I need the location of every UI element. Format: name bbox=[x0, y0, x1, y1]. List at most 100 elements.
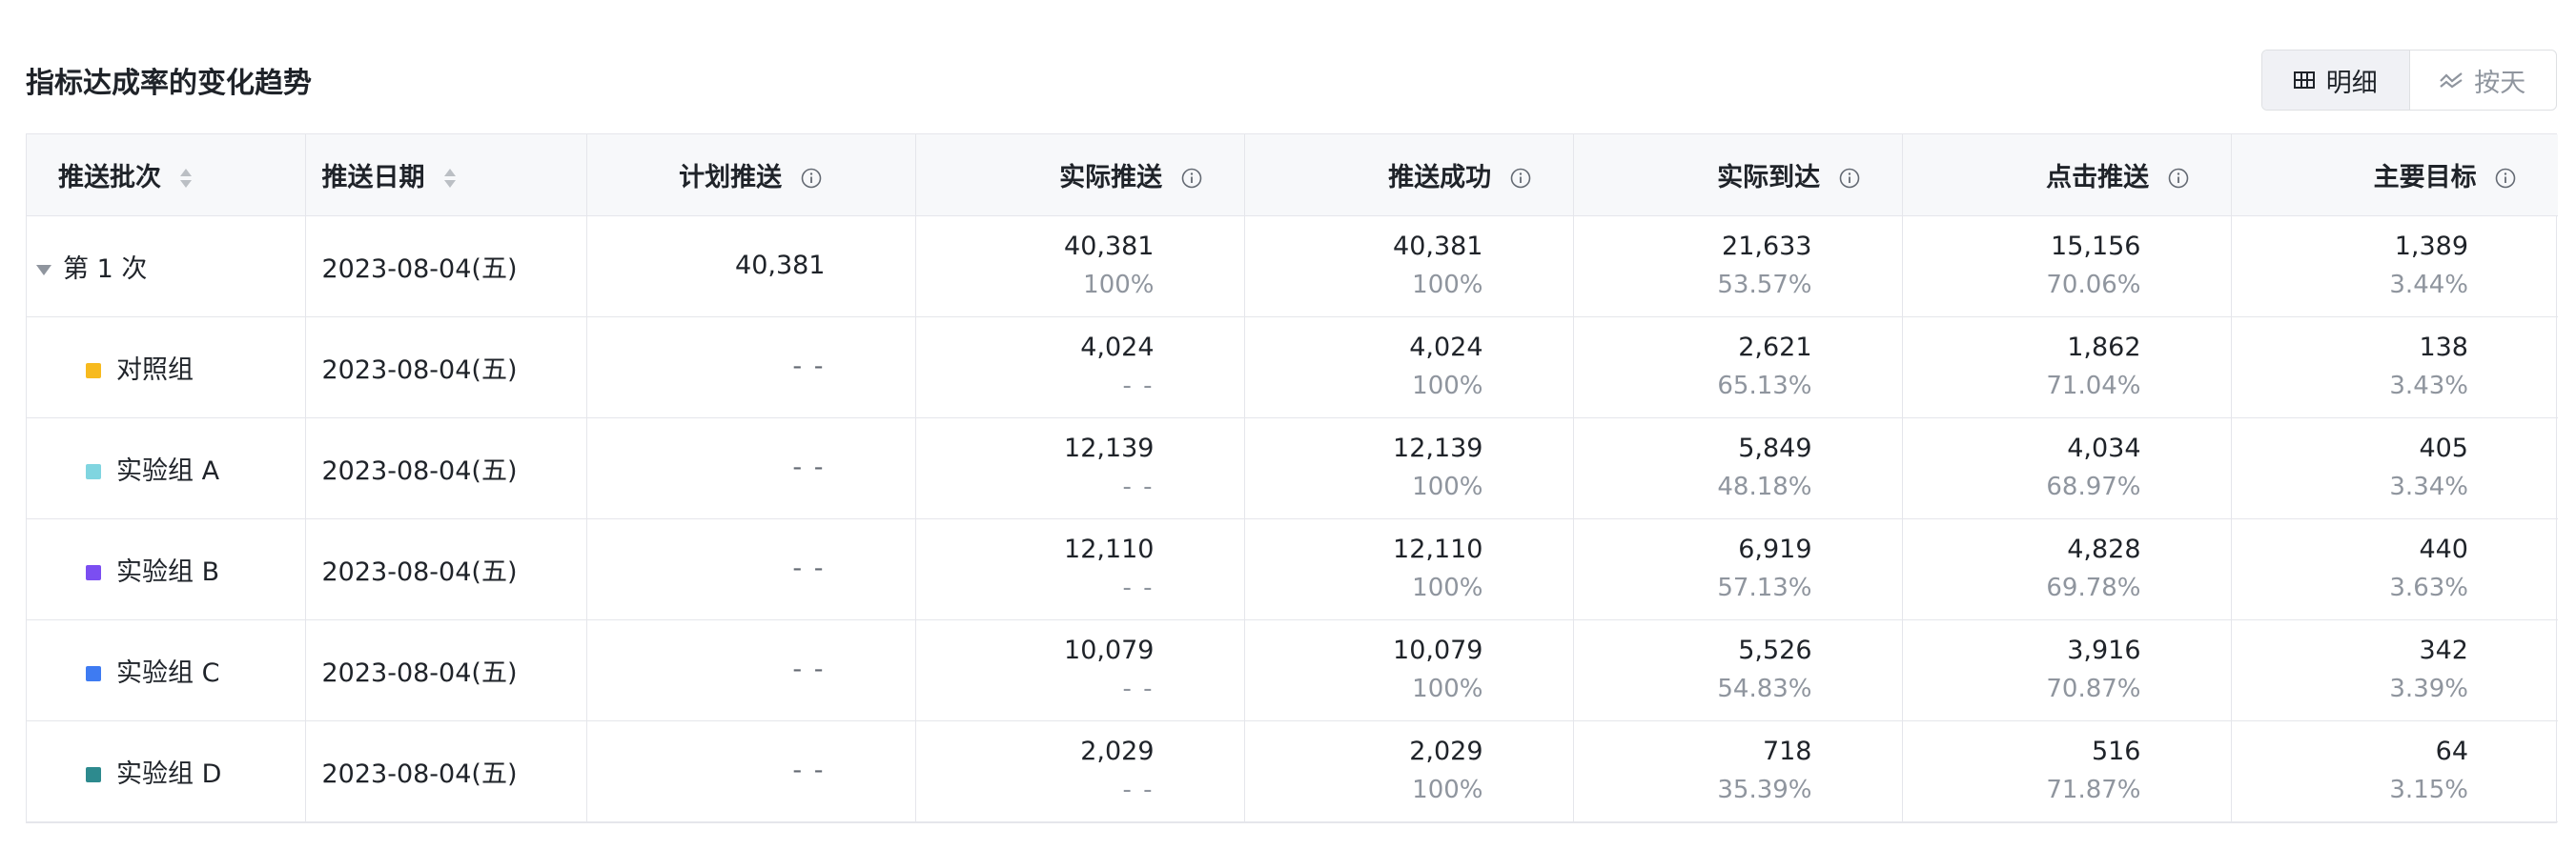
goal-pct: 3.43% bbox=[2389, 372, 2468, 400]
page-title: 指标达成率的变化趋势 bbox=[26, 67, 312, 100]
group-name: 对照组 bbox=[116, 354, 194, 385]
success-value: 40,381 bbox=[1393, 232, 1483, 261]
info-icon[interactable] bbox=[1181, 168, 1202, 189]
click-value: 4,034 bbox=[2067, 434, 2141, 463]
actual-value: 10,079 bbox=[1064, 636, 1155, 665]
group-name: 实验组 A bbox=[116, 455, 220, 486]
date-cell: 2023-08-04(五) bbox=[321, 557, 518, 587]
info-icon[interactable] bbox=[2495, 168, 2516, 189]
click-pct: 71.87% bbox=[2046, 776, 2141, 804]
actual-pct: - - bbox=[1122, 372, 1155, 400]
actual-pct: - - bbox=[1122, 675, 1155, 703]
actual-pct: - - bbox=[1122, 574, 1155, 602]
click-pct: 70.87% bbox=[2046, 675, 2141, 703]
info-icon[interactable] bbox=[801, 168, 822, 189]
col-header-click: 点击推送 bbox=[1902, 134, 2232, 216]
group-cell: 实验组 B bbox=[27, 518, 306, 620]
col-header-success: 推送成功 bbox=[1244, 134, 1574, 216]
table-row-group-b: 实验组 B 2023-08-04(五) - - 12,110 - - 12,110… bbox=[27, 518, 2558, 620]
goal-value: 342 bbox=[2419, 636, 2468, 665]
date-cell: 2023-08-04(五) bbox=[321, 354, 518, 385]
goal-value: 138 bbox=[2419, 333, 2468, 362]
goal-pct: 3.15% bbox=[2389, 776, 2468, 804]
trend-line-icon bbox=[2440, 72, 2463, 89]
sort-icon[interactable] bbox=[179, 167, 193, 190]
actual-value: 4,024 bbox=[1080, 333, 1155, 362]
col-header-goal: 主要目标 bbox=[2231, 134, 2558, 216]
view-toggle: 明细 按天 bbox=[2261, 50, 2557, 111]
group-color-swatch bbox=[86, 666, 101, 681]
date-cell: 2023-08-04(五) bbox=[321, 253, 518, 284]
by-day-label: 按天 bbox=[2474, 68, 2526, 98]
success-pct: 100% bbox=[1412, 473, 1483, 501]
info-icon[interactable] bbox=[1510, 168, 1531, 189]
info-icon[interactable] bbox=[1839, 168, 1860, 189]
arrive-pct: 53.57% bbox=[1717, 271, 1812, 299]
actual-value: 12,110 bbox=[1064, 535, 1155, 564]
success-pct: 100% bbox=[1412, 776, 1483, 804]
table-grid-icon bbox=[2293, 71, 2315, 89]
click-pct: 71.04% bbox=[2046, 372, 2141, 400]
date-cell: 2023-08-04(五) bbox=[321, 759, 518, 789]
success-pct: 100% bbox=[1412, 574, 1483, 602]
success-value: 12,110 bbox=[1393, 535, 1483, 564]
arrive-pct: 65.13% bbox=[1717, 372, 1812, 400]
arrive-value: 6,919 bbox=[1738, 535, 1812, 564]
by-day-button[interactable]: 按天 bbox=[2410, 51, 2557, 110]
col-header-batch[interactable]: 推送批次 bbox=[27, 134, 306, 216]
actual-pct: 100% bbox=[1083, 271, 1155, 299]
success-value: 2,029 bbox=[1409, 737, 1483, 766]
sort-icon[interactable] bbox=[443, 167, 457, 190]
col-header-planned: 计划推送 bbox=[586, 134, 916, 216]
col-header-date[interactable]: 推送日期 bbox=[305, 134, 587, 216]
group-name: 实验组 B bbox=[116, 557, 220, 587]
table-row-control-group: 对照组 2023-08-04(五) - - 4,024 - - 4,024 100%… bbox=[27, 316, 2558, 418]
planned-value: 40,381 bbox=[735, 251, 826, 280]
planned-value: - - bbox=[792, 655, 826, 684]
success-pct: 100% bbox=[1412, 271, 1483, 299]
success-value: 12,139 bbox=[1393, 434, 1483, 463]
planned-value: - - bbox=[792, 352, 826, 381]
goal-pct: 3.34% bbox=[2389, 473, 2468, 501]
group-cell: 实验组 D bbox=[27, 720, 306, 822]
group-name: 实验组 D bbox=[116, 759, 222, 789]
collapse-caret-icon[interactable] bbox=[36, 264, 51, 275]
group-cell: 对照组 bbox=[27, 316, 306, 418]
group-color-swatch bbox=[86, 464, 101, 479]
table-row-group-c: 实验组 C 2023-08-04(五) - - 10,079 - - 10,079… bbox=[27, 619, 2558, 721]
date-cell: 2023-08-04(五) bbox=[321, 658, 518, 688]
planned-value: - - bbox=[792, 554, 826, 583]
detail-view-button[interactable]: 明细 bbox=[2262, 51, 2410, 110]
batch-cell: 第 1 次 bbox=[27, 215, 306, 317]
arrive-pct: 57.13% bbox=[1717, 574, 1812, 602]
click-value: 3,916 bbox=[2067, 636, 2141, 665]
col-header-actual: 实际推送 bbox=[915, 134, 1245, 216]
planned-value: - - bbox=[792, 453, 826, 482]
group-color-swatch bbox=[86, 565, 101, 580]
info-icon[interactable] bbox=[2168, 168, 2189, 189]
group-color-swatch bbox=[86, 767, 101, 782]
goal-value: 64 bbox=[2435, 737, 2468, 766]
col-header-arrive: 实际到达 bbox=[1573, 134, 1903, 216]
click-value: 4,828 bbox=[2067, 535, 2141, 564]
group-name: 实验组 C bbox=[116, 658, 220, 688]
click-value: 1,862 bbox=[2067, 333, 2141, 362]
arrive-value: 2,621 bbox=[1738, 333, 1812, 362]
group-cell: 实验组 A bbox=[27, 417, 306, 519]
success-value: 10,079 bbox=[1393, 636, 1483, 665]
metrics-table: 推送批次 推送日期 计划推送 实际推送 推送成功 实际到达 点击推送 主要目标 … bbox=[26, 133, 2558, 823]
goal-pct: 3.39% bbox=[2389, 675, 2468, 703]
actual-value: 40,381 bbox=[1064, 232, 1155, 261]
goal-value: 405 bbox=[2419, 434, 2468, 463]
success-pct: 100% bbox=[1412, 372, 1483, 400]
arrive-value: 718 bbox=[1762, 737, 1812, 766]
click-pct: 70.06% bbox=[2046, 271, 2141, 299]
arrive-pct: 48.18% bbox=[1717, 473, 1812, 501]
table-row-group-a: 实验组 A 2023-08-04(五) - - 12,139 - - 12,139… bbox=[27, 417, 2558, 519]
click-pct: 69.78% bbox=[2046, 574, 2141, 602]
group-color-swatch bbox=[86, 363, 101, 378]
success-pct: 100% bbox=[1412, 675, 1483, 703]
actual-value: 12,139 bbox=[1064, 434, 1155, 463]
arrive-value: 21,633 bbox=[1722, 232, 1812, 261]
click-value: 15,156 bbox=[2051, 232, 2141, 261]
